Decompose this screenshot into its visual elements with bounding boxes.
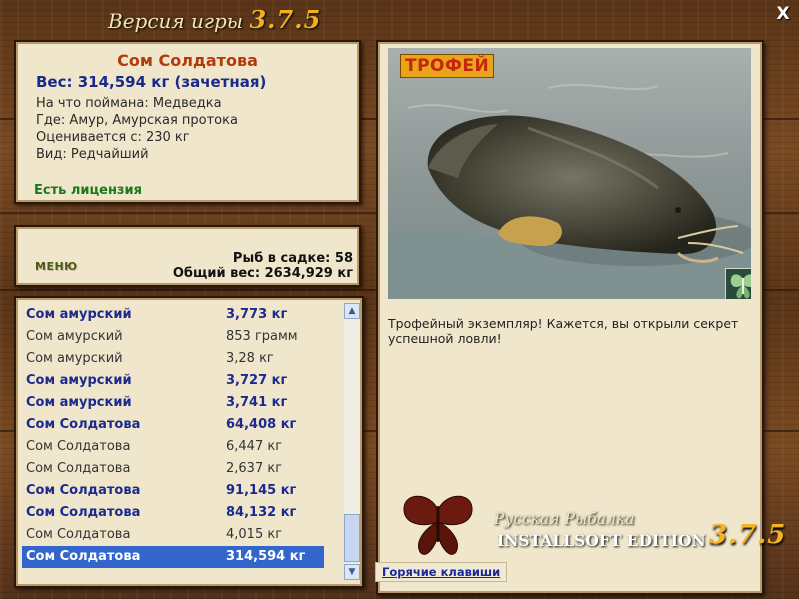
trophy-photo: ТРОФЕЙ bbox=[388, 48, 751, 299]
catch-fish-name: Сом Солдатова bbox=[26, 417, 141, 432]
catch-list-scrollbar[interactable]: ▲ ▼ bbox=[344, 303, 360, 580]
game-version: Версия игры 3.7.5 bbox=[108, 5, 321, 34]
brand-title: Русская Рыбалка bbox=[494, 510, 635, 528]
menu-button[interactable]: МЕНЮ bbox=[35, 260, 78, 273]
cage-fish-count: Рыб в садке: 58 bbox=[232, 251, 353, 266]
fish-location: Где: Амур, Амурская протока bbox=[36, 113, 238, 128]
catch-list-item[interactable]: Сом Солдатова 4,015 кг bbox=[22, 524, 324, 546]
catch-fish-weight: 91,145 кг bbox=[226, 483, 297, 498]
fish-name: Сом Солдатова bbox=[117, 51, 258, 70]
catch-fish-weight: 3,727 кг bbox=[226, 373, 288, 388]
catch-fish-weight: 314,594 кг bbox=[226, 549, 306, 564]
catch-list-item[interactable]: Сом амурский 853 грамм bbox=[22, 326, 324, 348]
brand-edition: INSTALLSOFT EDITION bbox=[497, 531, 706, 550]
cage-total-weight: Общий вес: 2634,929 кг bbox=[172, 266, 353, 281]
catch-fish-name: Сом амурский bbox=[26, 351, 123, 366]
trophy-badge: ТРОФЕЙ bbox=[400, 54, 495, 78]
butterfly-mini-icon bbox=[730, 274, 751, 299]
catch-list-item[interactable]: Сом амурский 3,727 кг bbox=[22, 370, 324, 392]
catch-fish-name: Сом амурский bbox=[26, 307, 132, 322]
hotkeys-link[interactable]: Горячие клавиши bbox=[375, 562, 508, 582]
catch-list-item[interactable]: Сом амурский 3,773 кг bbox=[22, 304, 324, 326]
catch-fish-weight: 853 грамм bbox=[226, 329, 298, 344]
catch-fish-name: Сом Солдатова bbox=[26, 461, 131, 476]
butterfly-logo-icon bbox=[403, 495, 473, 555]
catch-fish-name: Сом Солдатова bbox=[26, 527, 131, 542]
cage-summary-panel: МЕНЮ Рыб в садке: 58 Общий вес: 2634,929… bbox=[14, 225, 361, 287]
catch-fish-name: Сом амурский bbox=[26, 395, 132, 410]
catch-list-item[interactable]: Сом Солдатова 2,637 кг bbox=[22, 458, 324, 480]
close-button[interactable]: X bbox=[775, 4, 791, 24]
catch-fish-name: Сом Солдатова bbox=[26, 549, 141, 564]
catch-fish-name: Сом Солдатова bbox=[26, 483, 141, 498]
catfish-photo bbox=[388, 48, 751, 299]
trophy-message: Трофейный экземпляр! Кажется, вы открыли… bbox=[388, 316, 739, 346]
scroll-down-icon: ▼ bbox=[348, 567, 356, 577]
catch-list-item[interactable]: Сом Солдатова 91,145 кг bbox=[22, 480, 324, 502]
catch-list-item[interactable]: Сом амурский 3,741 кг bbox=[22, 392, 324, 414]
version-number: 3.7.5 bbox=[249, 5, 322, 34]
scroll-down-button[interactable]: ▼ bbox=[344, 564, 360, 580]
catch-fish-weight: 3,28 кг bbox=[226, 351, 274, 366]
close-icon: X bbox=[776, 4, 790, 24]
catch-fish-weight: 3,741 кг bbox=[226, 395, 288, 410]
scroll-up-button[interactable]: ▲ bbox=[344, 303, 360, 319]
fish-details: На что поймана: Медведка Где: Амур, Амур… bbox=[36, 95, 238, 163]
catch-fish-name: Сом Солдатова bbox=[26, 439, 131, 454]
catch-list-item[interactable]: Сом Солдатова 64,408 кг bbox=[22, 414, 324, 436]
license-status: Есть лицензия bbox=[34, 183, 142, 198]
catch-list-item[interactable]: Сом Солдатова 6,447 кг bbox=[22, 436, 324, 458]
catch-fish-weight: 3,773 кг bbox=[226, 307, 288, 322]
catch-fish-name: Сом амурский bbox=[26, 329, 123, 344]
catch-list-item[interactable]: Сом Солдатова 84,132 кг bbox=[22, 502, 324, 524]
catch-fish-name: Сом Солдатова bbox=[26, 505, 141, 520]
catch-list: Сом амурский 3,773 кг Сом амурский 853 грам… bbox=[22, 304, 324, 568]
brand-version: 3.7.5 bbox=[709, 520, 787, 550]
catch-fish-weight: 84,132 кг bbox=[226, 505, 297, 520]
fish-info-panel: Сом Солдатова Вес: 314,594 кг (зачетная)… bbox=[14, 40, 361, 204]
fish-weight: Вес: 314,594 кг (зачетная) bbox=[36, 73, 267, 91]
fish-rated-from: Оценивается с: 230 кг bbox=[36, 130, 190, 145]
catch-fish-weight: 6,447 кг bbox=[226, 439, 283, 454]
scroll-up-icon: ▲ bbox=[348, 306, 356, 316]
fish-rarity: Вид: Редчайший bbox=[36, 147, 149, 162]
catch-fish-weight: 64,408 кг bbox=[226, 417, 297, 432]
butterfly-icon bbox=[725, 268, 751, 299]
catch-fish-weight: 2,637 кг bbox=[226, 461, 283, 476]
version-label: Версия игры bbox=[108, 9, 244, 33]
catch-list-panel: Сом амурский 3,773 кг Сом амурский 853 грам… bbox=[14, 296, 364, 588]
scroll-thumb[interactable] bbox=[344, 514, 360, 562]
catch-list-item[interactable]: Сом амурский 3,28 кг bbox=[22, 348, 324, 370]
catch-fish-name: Сом амурский bbox=[26, 373, 132, 388]
title-bar: Версия игры 3.7.5 X bbox=[0, 0, 799, 36]
fish-bait: На что поймана: Медведка bbox=[36, 96, 222, 111]
catch-fish-weight: 4,015 кг bbox=[226, 527, 283, 542]
catch-list-item[interactable]: Сом Солдатова 314,594 кг bbox=[22, 546, 324, 568]
